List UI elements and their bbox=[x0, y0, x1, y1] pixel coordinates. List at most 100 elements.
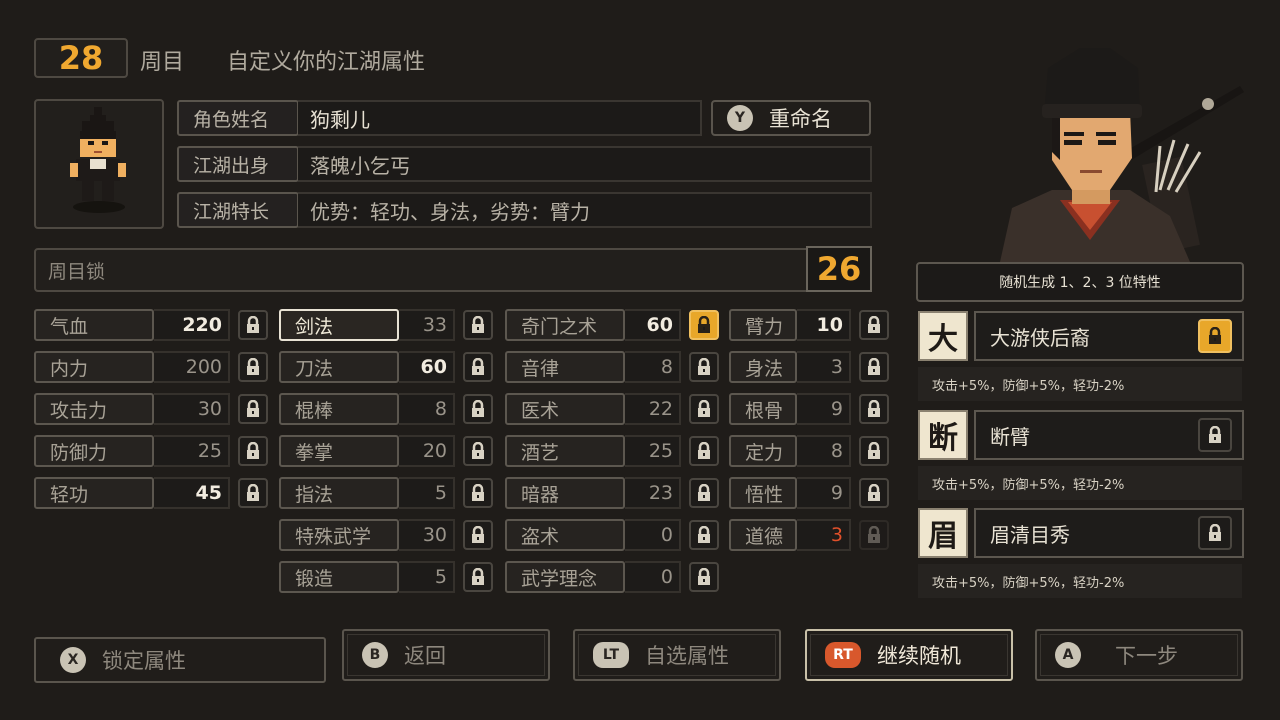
stat-value: 33 bbox=[399, 309, 455, 341]
reroll-button[interactable]: RT 继续随机 bbox=[805, 629, 1013, 681]
lock-toggle-icon[interactable] bbox=[238, 478, 268, 508]
back-button[interactable]: B 返回 bbox=[342, 629, 550, 681]
stat-value: 0 bbox=[625, 519, 681, 551]
stat-label-selected: 剑法 bbox=[279, 309, 399, 341]
lock-toggle-icon[interactable] bbox=[859, 352, 889, 382]
stat-value: 25 bbox=[625, 435, 681, 467]
custom-attributes-button[interactable]: LT 自选属性 bbox=[573, 629, 781, 681]
stat-label: 盗术 bbox=[505, 519, 625, 551]
stat-label: 拳掌 bbox=[279, 435, 399, 467]
lock-toggle-icon[interactable] bbox=[689, 436, 719, 466]
stat-value: 10 bbox=[797, 309, 851, 341]
cycle-lock-value-box: 26 bbox=[806, 246, 872, 292]
button-label: 返回 bbox=[404, 644, 446, 668]
lock-toggle-icon[interactable] bbox=[238, 352, 268, 382]
trait-lock-icon[interactable] bbox=[1198, 319, 1232, 353]
rt-button-icon: RT bbox=[825, 642, 861, 668]
stat-value: 5 bbox=[399, 561, 455, 593]
character-portrait bbox=[960, 40, 1250, 262]
stat-value: 8 bbox=[399, 393, 455, 425]
stat-label: 刀法 bbox=[279, 351, 399, 383]
lock-toggle-icon[interactable] bbox=[859, 310, 889, 340]
b-button-icon: B bbox=[362, 642, 388, 668]
lock-toggle-icon[interactable] bbox=[859, 478, 889, 508]
trait-lock-icon[interactable] bbox=[1198, 516, 1232, 550]
traits-header: 随机生成 1、2、3 位特性 bbox=[916, 262, 1244, 302]
lock-toggle-icon[interactable] bbox=[238, 310, 268, 340]
stat-label: 臂力 bbox=[729, 309, 797, 341]
cycle-lock-bar: 周目锁 bbox=[34, 248, 872, 292]
stat-value: 22 bbox=[625, 393, 681, 425]
stat-value: 60 bbox=[625, 309, 681, 341]
stat-value: 8 bbox=[797, 435, 851, 467]
button-label: 继续随机 bbox=[877, 644, 961, 668]
stat-label: 攻击力 bbox=[34, 393, 154, 425]
stat-value: 5 bbox=[399, 477, 455, 509]
lock-toggle-icon[interactable] bbox=[689, 520, 719, 550]
stat-value: 3 bbox=[797, 351, 851, 383]
name-label: 角色姓名 bbox=[177, 100, 299, 136]
stat-value: 23 bbox=[625, 477, 681, 509]
stat-value: 9 bbox=[797, 393, 851, 425]
lock-toggle-icon[interactable] bbox=[463, 436, 493, 466]
stat-label: 根骨 bbox=[729, 393, 797, 425]
lock-toggle-icon[interactable] bbox=[689, 394, 719, 424]
trait-name-text: 大游侠后裔 bbox=[990, 325, 1090, 350]
specialty-value: 优势：轻功、身法，劣势：臂力 bbox=[298, 192, 872, 228]
stat-value: 3 bbox=[797, 519, 851, 551]
stat-value: 220 bbox=[154, 309, 230, 341]
stat-value: 30 bbox=[399, 519, 455, 551]
stat-value: 8 bbox=[625, 351, 681, 383]
lock-toggle-icon[interactable] bbox=[859, 436, 889, 466]
stat-label: 酒艺 bbox=[505, 435, 625, 467]
trait-badge-icon: 大 bbox=[918, 311, 968, 361]
avatar bbox=[34, 99, 164, 229]
lock-toggle-icon[interactable] bbox=[689, 310, 719, 340]
stat-label: 特殊武学 bbox=[279, 519, 399, 551]
stat-label: 武学理念 bbox=[505, 561, 625, 593]
lock-toggle-icon[interactable] bbox=[238, 436, 268, 466]
lock-toggle-icon[interactable] bbox=[463, 520, 493, 550]
stat-label: 悟性 bbox=[729, 477, 797, 509]
stat-label: 暗器 bbox=[505, 477, 625, 509]
lock-toggle-icon[interactable] bbox=[463, 310, 493, 340]
rename-button[interactable]: Y 重命名 bbox=[711, 100, 871, 136]
button-label: 锁定属性 bbox=[102, 649, 186, 673]
trait-badge-icon: 眉 bbox=[918, 508, 968, 558]
cycle-label: 周目 bbox=[140, 50, 185, 75]
cycle-number: 28 bbox=[58, 39, 104, 77]
stat-label: 道德 bbox=[729, 519, 797, 551]
rename-label: 重命名 bbox=[769, 107, 832, 131]
stat-label: 内力 bbox=[34, 351, 154, 383]
lock-toggle-icon[interactable] bbox=[238, 394, 268, 424]
lock-toggle-icon[interactable] bbox=[689, 352, 719, 382]
lock-toggle-icon[interactable] bbox=[463, 478, 493, 508]
lock-toggle-icon[interactable] bbox=[463, 352, 493, 382]
lock-toggle-icon[interactable] bbox=[689, 562, 719, 592]
origin-value: 落魄小乞丐 bbox=[298, 146, 872, 182]
lock-toggle-icon[interactable] bbox=[689, 478, 719, 508]
lock-attributes-button[interactable]: X 锁定属性 bbox=[34, 637, 326, 683]
swordsman-portrait bbox=[1000, 48, 1244, 262]
trait-name-text: 断臂 bbox=[990, 424, 1030, 449]
cycle-number-box: 28 bbox=[34, 38, 128, 78]
stat-value: 30 bbox=[154, 393, 230, 425]
specialty-label: 江湖特长 bbox=[177, 192, 299, 228]
stat-value: 200 bbox=[154, 351, 230, 383]
y-button-icon: Y bbox=[727, 105, 753, 131]
stat-label: 防御力 bbox=[34, 435, 154, 467]
stat-label: 身法 bbox=[729, 351, 797, 383]
lock-toggle-icon[interactable] bbox=[463, 394, 493, 424]
trait-lock-icon[interactable] bbox=[1198, 418, 1232, 452]
lock-toggle-icon[interactable] bbox=[859, 394, 889, 424]
stat-label: 轻功 bbox=[34, 477, 154, 509]
stat-value: 20 bbox=[399, 435, 455, 467]
trait-description: 攻击+5%，防御+5%，轻功-2% bbox=[918, 367, 1242, 401]
stat-label: 气血 bbox=[34, 309, 154, 341]
next-step-button[interactable]: A 下一步 bbox=[1035, 629, 1243, 681]
lock-toggle-icon[interactable] bbox=[463, 562, 493, 592]
page-subtitle: 自定义你的江湖属性 bbox=[227, 50, 426, 75]
button-label: 下一步 bbox=[1115, 644, 1178, 668]
lock-toggle-icon bbox=[859, 520, 889, 550]
name-field[interactable]: 狗剩儿 bbox=[298, 100, 702, 136]
